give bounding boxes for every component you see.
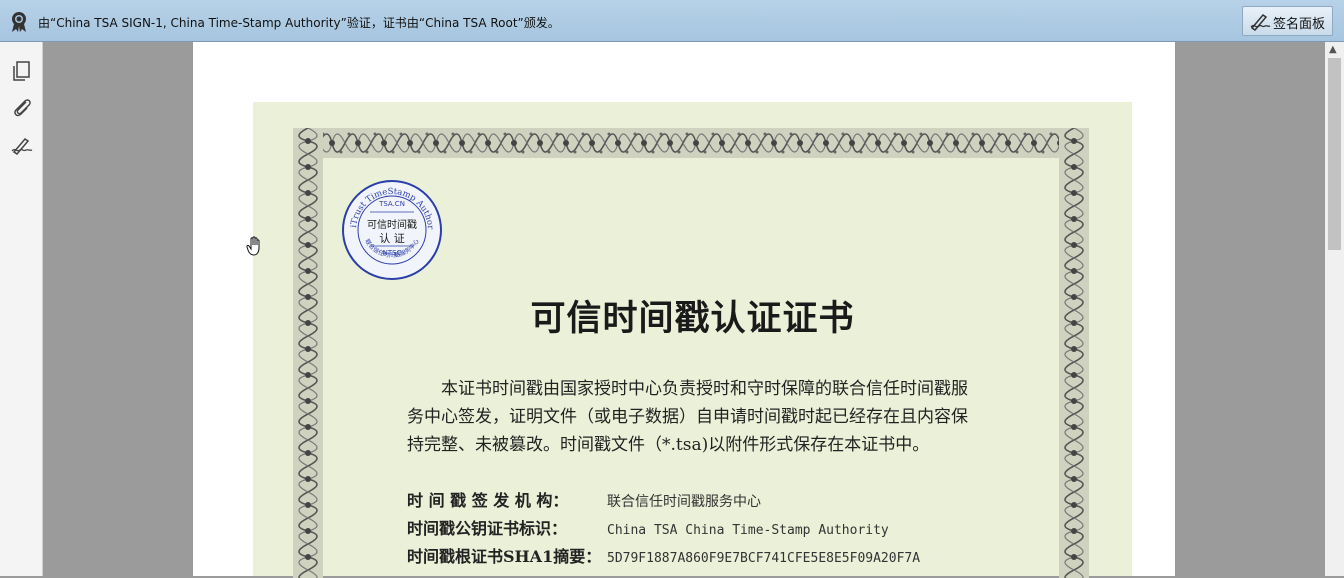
ornamental-border-right	[1059, 128, 1089, 578]
certificate-title: 可信时间戳认证证书	[530, 298, 855, 339]
hand-cursor-icon	[246, 236, 260, 256]
field-label: 时 间 戳 签 发 机 构：	[407, 491, 569, 510]
ornamental-border-left	[293, 128, 323, 578]
scroll-up-arrow-icon[interactable]: ▲	[1329, 44, 1337, 55]
certificate-body: 本证书时间戳由国家授时中心负责授时和守时保障的联合信任时间戳服务中心签发，证明文…	[407, 379, 968, 455]
ornamental-border-top	[293, 128, 1089, 158]
signature-panel-label: 签名面板	[1273, 17, 1326, 32]
pages-icon[interactable]	[10, 59, 34, 83]
field-value: China TSA China Time-Stamp Authority	[607, 523, 889, 538]
field-issuer: 时 间 戳 签 发 机 构： 联合信任时间戳服务中心	[407, 487, 761, 511]
signature-pen-icon	[1250, 14, 1271, 31]
seal-center-line2: 认 证	[379, 232, 405, 245]
timestamp-authority-seal: UniTrust TimeStamp Authority 联合信任时间戳服务中心…	[336, 171, 444, 282]
seal-code: NTSC	[382, 249, 402, 257]
field-value: 5D79F1887A860F9E7BCF741CFE5E8E5F09A20F7A	[607, 551, 921, 566]
vertical-scrollbar[interactable]: ▲	[1325, 42, 1344, 576]
field-label: 时间戳公钥证书标识：	[407, 519, 568, 538]
field-value: 联合信任时间戳服务中心	[607, 494, 761, 510]
signature-panel-button[interactable]: 签名面板	[1242, 6, 1333, 36]
field-public-key-cert: 时间戳公钥证书标识： China TSA China Time-Stamp Aut…	[407, 515, 889, 539]
navigation-panel	[0, 42, 43, 576]
attachment-icon[interactable]	[10, 95, 34, 119]
field-label: 时间戳根证书SHA1摘要：	[407, 547, 602, 566]
field-root-sha1: 时间戳根证书SHA1摘要： 5D79F1887A860F9E7BCF741CFE5…	[407, 543, 920, 567]
pdf-page: UniTrust TimeStamp Authority 联合信任时间戳服务中心…	[193, 42, 1175, 578]
seal-center-line1: 可信时间戳	[367, 220, 417, 231]
seal-domain: TSA.CN	[379, 200, 405, 208]
signature-status-bar: 由“China TSA SIGN-1, China Time-Stamp Aut…	[0, 0, 1344, 42]
scrollbar-thumb[interactable]	[1328, 58, 1341, 250]
signature-icon[interactable]	[10, 134, 34, 158]
certificate-ribbon-icon	[12, 12, 26, 32]
certificate: UniTrust TimeStamp Authority 联合信任时间戳服务中心…	[253, 102, 1132, 578]
signature-validation-message: 由“China TSA SIGN-1, China Time-Stamp Aut…	[38, 16, 560, 30]
